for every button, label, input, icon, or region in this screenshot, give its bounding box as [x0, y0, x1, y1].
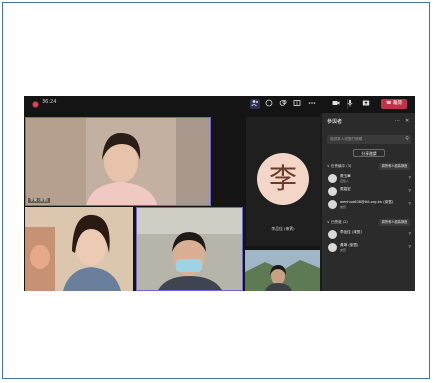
- participant-video: [137, 208, 242, 290]
- close-icon[interactable]: ✕: [405, 118, 409, 124]
- search-icon: ⚲: [405, 136, 409, 142]
- participant-role: 來賓: [340, 248, 347, 252]
- section-in-meeting[interactable]: ∨ 在會議中 (3): [327, 164, 351, 169]
- avatar: [328, 174, 337, 183]
- meeting-toolbar: 36:24 ☎ 離開: [24, 96, 415, 113]
- microphone-icon: ▿: [408, 231, 411, 237]
- participant-row[interactable]: 張玉華 召集人 ▿: [328, 173, 412, 184]
- reactions-icon[interactable]: [278, 99, 288, 109]
- avatar: 李: [257, 153, 309, 205]
- more-icon[interactable]: ⋯: [395, 118, 400, 124]
- more-icon[interactable]: [307, 99, 317, 109]
- breakout-rooms-icon[interactable]: [292, 99, 302, 109]
- search-input[interactable]: 邀請某人或撥打號碼 ⚲: [327, 135, 411, 144]
- participant-name: 李品佳 (來賓): [271, 226, 295, 231]
- participant-name: 李品佳 (來賓): [340, 230, 362, 234]
- video-tile-avatar[interactable]: 李 李品佳 (來賓): [246, 117, 320, 246]
- camera-icon[interactable]: [331, 99, 341, 109]
- leave-label: 離開: [393, 101, 403, 106]
- share-tray-icon[interactable]: [361, 99, 371, 109]
- record-dot-icon: [32, 101, 39, 108]
- microphone-icon[interactable]: [345, 99, 355, 109]
- participant-video: [26, 118, 210, 205]
- participant-name: 張嘉宏: [340, 187, 351, 191]
- people-icon[interactable]: [250, 99, 260, 109]
- participant-role: 召集人: [340, 179, 350, 183]
- participant-row[interactable]: 李品佳 (來賓) ▿: [328, 229, 412, 240]
- participants-panel: 參與者 ⋯ ✕ 邀請某人或撥打號碼 ⚲ 分享邀請 ∨ 在會議中 (3) 將所有人…: [322, 113, 415, 291]
- participant-name: 李美 (來賓): [28, 198, 51, 203]
- avatar: [328, 187, 337, 196]
- phone-hangup-icon: ☎: [385, 101, 392, 106]
- participant-video: [245, 250, 320, 291]
- video-tile-speaker[interactable]: 李美 (來賓): [25, 117, 211, 206]
- microphone-icon: ▿: [408, 175, 411, 181]
- mute-all-button[interactable]: 將所有人設為靜音: [379, 163, 410, 170]
- avatar: [328, 230, 337, 239]
- participant-row[interactable]: wenhua608@tkt.org.tw (來賓) 來賓 ▿: [328, 199, 412, 210]
- microphone-icon: ▿: [408, 201, 411, 207]
- participant-row[interactable]: 張嘉宏 ▿: [328, 186, 412, 197]
- share-invite-button[interactable]: 分享邀請: [353, 149, 385, 157]
- meeting-timer: 36:24: [42, 99, 57, 105]
- participant-name: wenhua608@tkt.org.tw (來賓): [340, 200, 394, 204]
- participant-role: 來賓: [340, 205, 347, 209]
- avatar: [328, 243, 337, 252]
- avatar: [328, 200, 337, 209]
- participant-video: [25, 207, 133, 291]
- invited-action-button[interactable]: 將所有人設為靜音: [379, 219, 410, 226]
- meeting-window: 36:24 ☎ 離開 李美 (來賓) 李 李品佳 (來賓) 參與者 ⋯ ✕ 邀請…: [24, 96, 415, 291]
- chat-icon[interactable]: [264, 99, 274, 109]
- invite-label: 分享邀請: [361, 151, 377, 156]
- microphone-icon: ▿: [408, 188, 411, 194]
- participant-row[interactable]: 黃琳 (來賓) 來賓 ▿: [328, 242, 412, 253]
- search-placeholder: 邀請某人或撥打號碼: [330, 137, 363, 141]
- microphone-icon: ▿: [408, 244, 411, 250]
- section-invited[interactable]: ∨ 已受邀 (2): [327, 220, 348, 225]
- panel-title: 參與者: [327, 119, 343, 125]
- video-stage: 李美 (來賓) 李 李品佳 (來賓): [24, 113, 320, 291]
- video-tile-participant[interactable]: [136, 207, 243, 291]
- leave-button[interactable]: ☎ 離開: [381, 99, 407, 109]
- video-tile-self[interactable]: [245, 250, 320, 291]
- video-tile-participant[interactable]: [25, 207, 133, 291]
